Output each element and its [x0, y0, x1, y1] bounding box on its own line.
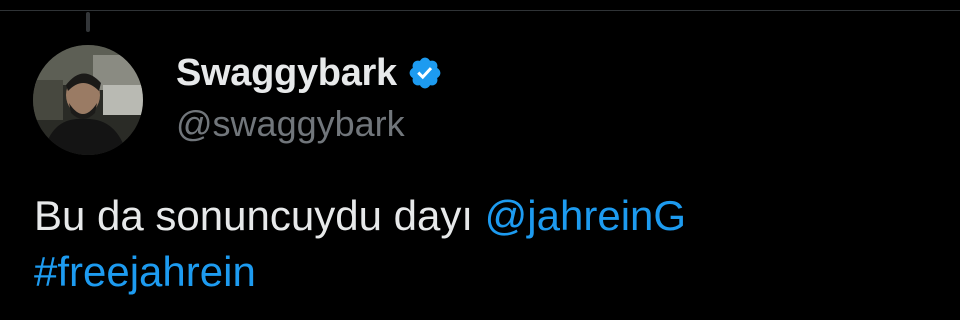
tweet-text: Bu da sonuncuydu dayı @jahreinG #freejah… [34, 188, 934, 300]
verified-badge-icon [407, 55, 443, 91]
avatar[interactable] [33, 45, 143, 155]
author-name-row: Swaggybark [176, 50, 443, 96]
top-divider [0, 10, 960, 11]
tweet-body-text: Bu da sonuncuydu dayı [34, 192, 473, 239]
author-display-name[interactable]: Swaggybark [176, 50, 397, 96]
thread-connector-line [86, 12, 90, 32]
tweet-author: Swaggybark @swaggybark [176, 50, 443, 146]
mention-link[interactable]: @jahreinG [485, 192, 686, 239]
author-handle[interactable]: @swaggybark [176, 102, 443, 146]
hashtag-link[interactable]: #freejahrein [34, 248, 256, 295]
